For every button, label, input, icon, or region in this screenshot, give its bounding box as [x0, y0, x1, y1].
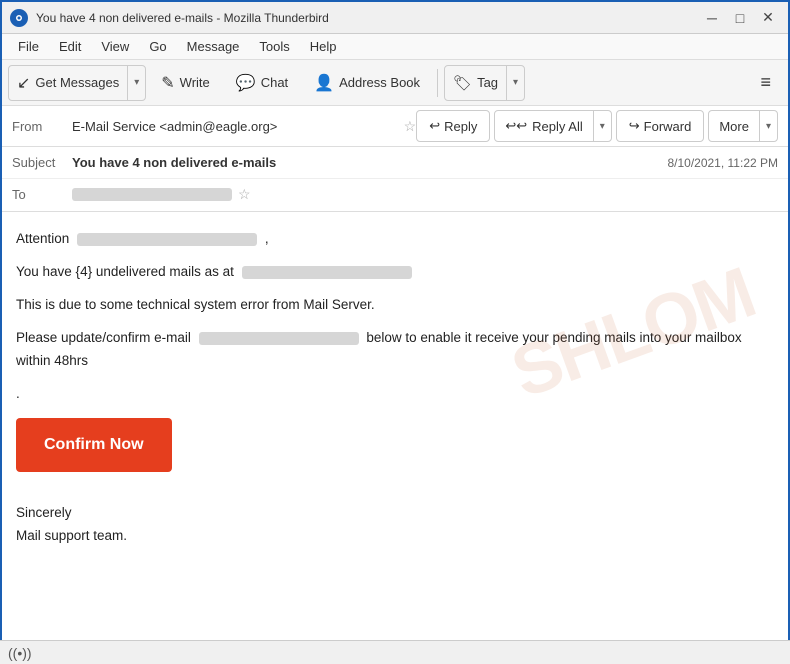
dot-line: .	[16, 383, 774, 406]
recipient-redacted-1	[77, 233, 257, 246]
to-label: To	[12, 187, 72, 202]
server-redacted	[242, 266, 412, 279]
main-toolbar: ↙ Get Messages ▾ ✎ Write 💬 Chat 👤 Addres…	[2, 60, 788, 106]
to-star-icon[interactable]: ☆	[238, 186, 251, 203]
subject-row: Subject You have 4 non delivered e-mails…	[2, 147, 788, 179]
menu-tools[interactable]: Tools	[251, 37, 297, 56]
email-redacted	[199, 332, 359, 345]
hamburger-menu-button[interactable]: ≡	[749, 66, 782, 100]
toolbar-separator	[437, 69, 438, 97]
status-bar: ((•))	[0, 640, 790, 664]
menu-message[interactable]: Message	[179, 37, 248, 56]
address-book-button[interactable]: 👤 Address Book	[303, 66, 431, 100]
title-bar-left: You have 4 non delivered e-mails - Mozil…	[10, 9, 329, 27]
from-star-icon[interactable]: ☆	[404, 118, 417, 135]
get-messages-dropdown[interactable]: ▾	[127, 66, 145, 100]
menu-edit[interactable]: Edit	[51, 37, 89, 56]
menu-bar: File Edit View Go Message Tools Help	[2, 34, 788, 60]
minimize-button[interactable]: ─	[700, 6, 724, 30]
more-label: More	[719, 119, 749, 134]
confirm-text-a: Please update/confirm e-mail	[16, 330, 191, 345]
subject-value: You have 4 non delivered e-mails	[72, 155, 667, 170]
reply-all-button[interactable]: ↩↩ Reply All	[495, 111, 592, 141]
reply-all-icon: ↩↩	[505, 118, 527, 134]
more-button[interactable]: More	[709, 111, 759, 141]
menu-view[interactable]: View	[93, 37, 137, 56]
date-value: 8/10/2021, 11:22 PM	[667, 156, 778, 170]
from-value: E-Mail Service <admin@eagle.org>	[72, 119, 398, 134]
forward-icon: ↪	[629, 118, 640, 134]
to-row: To ☆	[2, 179, 788, 211]
reply-all-label: Reply All	[532, 119, 583, 134]
window-title: You have 4 non delivered e-mails - Mozil…	[36, 11, 329, 25]
reply-all-dropdown[interactable]: ▾	[593, 111, 611, 141]
tag-button[interactable]: 🏷 Tag	[445, 66, 506, 100]
chat-button[interactable]: 💬 Chat	[225, 66, 299, 100]
sincerely-paragraph: Sincerely Mail support team.	[16, 502, 774, 548]
more-dropdown[interactable]: ▾	[759, 111, 777, 141]
menu-file[interactable]: File	[10, 37, 47, 56]
get-messages-button[interactable]: ↙ Get Messages	[9, 66, 127, 100]
signoff-text: Mail support team.	[16, 525, 774, 548]
get-messages-group: ↙ Get Messages ▾	[8, 65, 146, 101]
message-header: From E-Mail Service <admin@eagle.org> ☆ …	[2, 106, 788, 212]
confirm-now-button[interactable]: Confirm Now	[16, 418, 172, 472]
undelivered-paragraph: You have {4} undelivered mails as at	[16, 261, 774, 284]
forward-button[interactable]: ↪ Forward	[616, 110, 705, 142]
attention-text: Attention	[16, 231, 69, 246]
hamburger-icon: ≡	[760, 72, 771, 93]
subject-label: Subject	[12, 155, 72, 170]
email-body: SHLOM Attention , You have {4} undeliver…	[2, 212, 788, 574]
get-messages-label: Get Messages	[35, 75, 119, 90]
chat-icon: 💬	[236, 73, 256, 93]
address-book-icon: 👤	[314, 73, 334, 93]
menu-go[interactable]: Go	[141, 37, 174, 56]
app-icon	[10, 9, 28, 27]
write-label: Write	[180, 75, 210, 90]
maximize-button[interactable]: □	[728, 6, 752, 30]
forward-label: Forward	[644, 119, 692, 134]
write-button[interactable]: ✎ Write	[150, 66, 221, 100]
window-controls: ─ □ ✕	[700, 6, 780, 30]
address-book-label: Address Book	[339, 75, 420, 90]
dot-text: .	[16, 386, 20, 401]
close-button[interactable]: ✕	[756, 6, 780, 30]
tag-label: Tag	[477, 75, 498, 90]
confirm-paragraph: Please update/confirm e-mail below to en…	[16, 327, 774, 373]
reply-label: Reply	[444, 119, 477, 134]
menu-help[interactable]: Help	[302, 37, 345, 56]
reply-button[interactable]: ↩ Reply	[416, 110, 490, 142]
attention-paragraph: Attention ,	[16, 228, 774, 251]
undelivered-text: You have {4} undelivered mails as at	[16, 264, 234, 279]
chat-label: Chat	[261, 75, 288, 90]
tag-group: 🏷 Tag ▾	[444, 65, 525, 101]
error-paragraph: This is due to some technical system err…	[16, 294, 774, 317]
from-label: From	[12, 119, 72, 134]
wifi-icon: ((•))	[8, 645, 32, 661]
write-icon: ✎	[161, 73, 174, 93]
confirm-btn-wrapper: Confirm Now	[16, 412, 774, 486]
reply-icon: ↩	[429, 118, 440, 134]
reply-all-group: ↩↩ Reply All ▾	[494, 110, 611, 142]
sincerely-text: Sincerely	[16, 502, 774, 525]
title-bar: You have 4 non delivered e-mails - Mozil…	[2, 2, 788, 34]
to-redacted	[72, 188, 232, 201]
get-messages-icon: ↙	[17, 73, 30, 93]
error-text: This is due to some technical system err…	[16, 297, 375, 312]
tag-dropdown[interactable]: ▾	[506, 66, 524, 100]
tag-icon: 🏷	[453, 74, 472, 92]
more-group: More ▾	[708, 110, 778, 142]
